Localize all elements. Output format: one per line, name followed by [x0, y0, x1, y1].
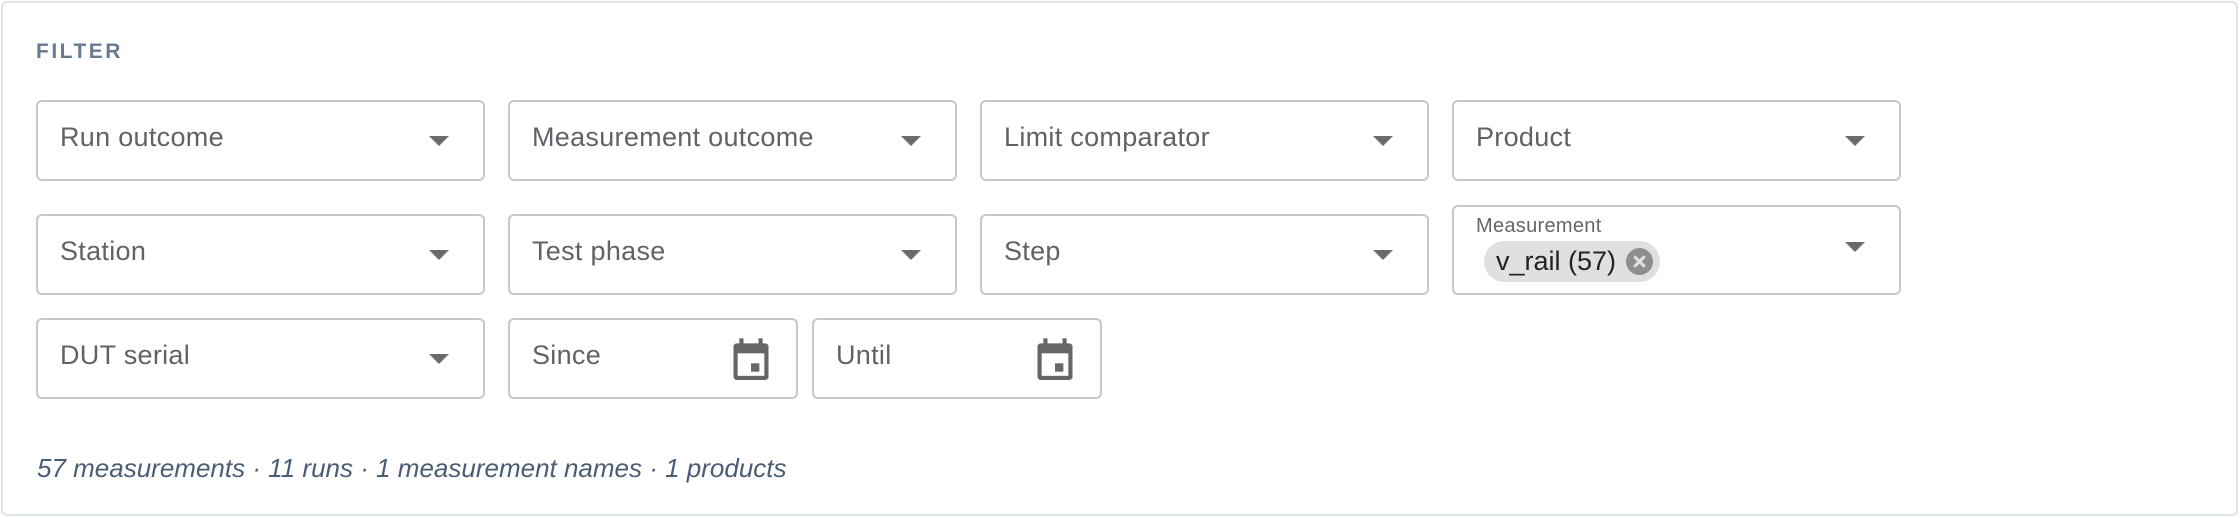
filter-panel: FILTER Run outcome Measurement outcome L…: [1, 1, 2238, 516]
step-label: Step: [1004, 236, 1061, 266]
measurement-select[interactable]: Measurement v_rail (57): [1452, 205, 1901, 295]
run-outcome-label: Run outcome: [60, 122, 224, 152]
measurement-outcome-label: Measurement outcome: [532, 122, 814, 152]
since-label: Since: [532, 340, 602, 370]
product-select[interactable]: Product: [1452, 100, 1901, 181]
measurement-chip-label: v_rail (57): [1496, 246, 1617, 276]
caret-down-icon: [429, 136, 449, 146]
filter-heading: FILTER: [36, 40, 123, 63]
limit-comparator-select[interactable]: Limit comparator: [980, 100, 1429, 181]
caret-down-icon: [1373, 136, 1393, 146]
caret-down-icon: [901, 136, 921, 146]
limit-comparator-label: Limit comparator: [1004, 122, 1210, 152]
dut-serial-select[interactable]: DUT serial: [36, 318, 485, 399]
product-label: Product: [1476, 122, 1572, 152]
test-phase-select[interactable]: Test phase: [508, 214, 957, 295]
run-outcome-select[interactable]: Run outcome: [36, 100, 485, 181]
until-date-input[interactable]: Until: [812, 318, 1102, 399]
measurement-chip: v_rail (57): [1484, 241, 1661, 282]
measurement-outcome-select[interactable]: Measurement outcome: [508, 100, 957, 181]
caret-down-icon: [429, 354, 449, 364]
test-phase-label: Test phase: [532, 236, 666, 266]
measurement-label: Measurement: [1476, 215, 1602, 237]
station-label: Station: [60, 236, 147, 266]
caret-down-icon: [1845, 136, 1865, 146]
caret-down-icon: [1373, 250, 1393, 260]
caret-down-icon: [429, 250, 449, 260]
filter-summary: 57 measurements · 11 runs · 1 measuremen…: [37, 453, 787, 483]
caret-down-icon: [1845, 242, 1865, 252]
calendar-icon[interactable]: [731, 338, 771, 382]
until-label: Until: [836, 340, 892, 370]
caret-down-icon: [901, 250, 921, 260]
since-date-input[interactable]: Since: [508, 318, 798, 399]
cancel-circle-icon[interactable]: [1626, 248, 1654, 275]
station-select[interactable]: Station: [36, 214, 485, 295]
dut-serial-label: DUT serial: [60, 340, 191, 370]
calendar-icon[interactable]: [1035, 338, 1075, 382]
step-select[interactable]: Step: [980, 214, 1429, 295]
